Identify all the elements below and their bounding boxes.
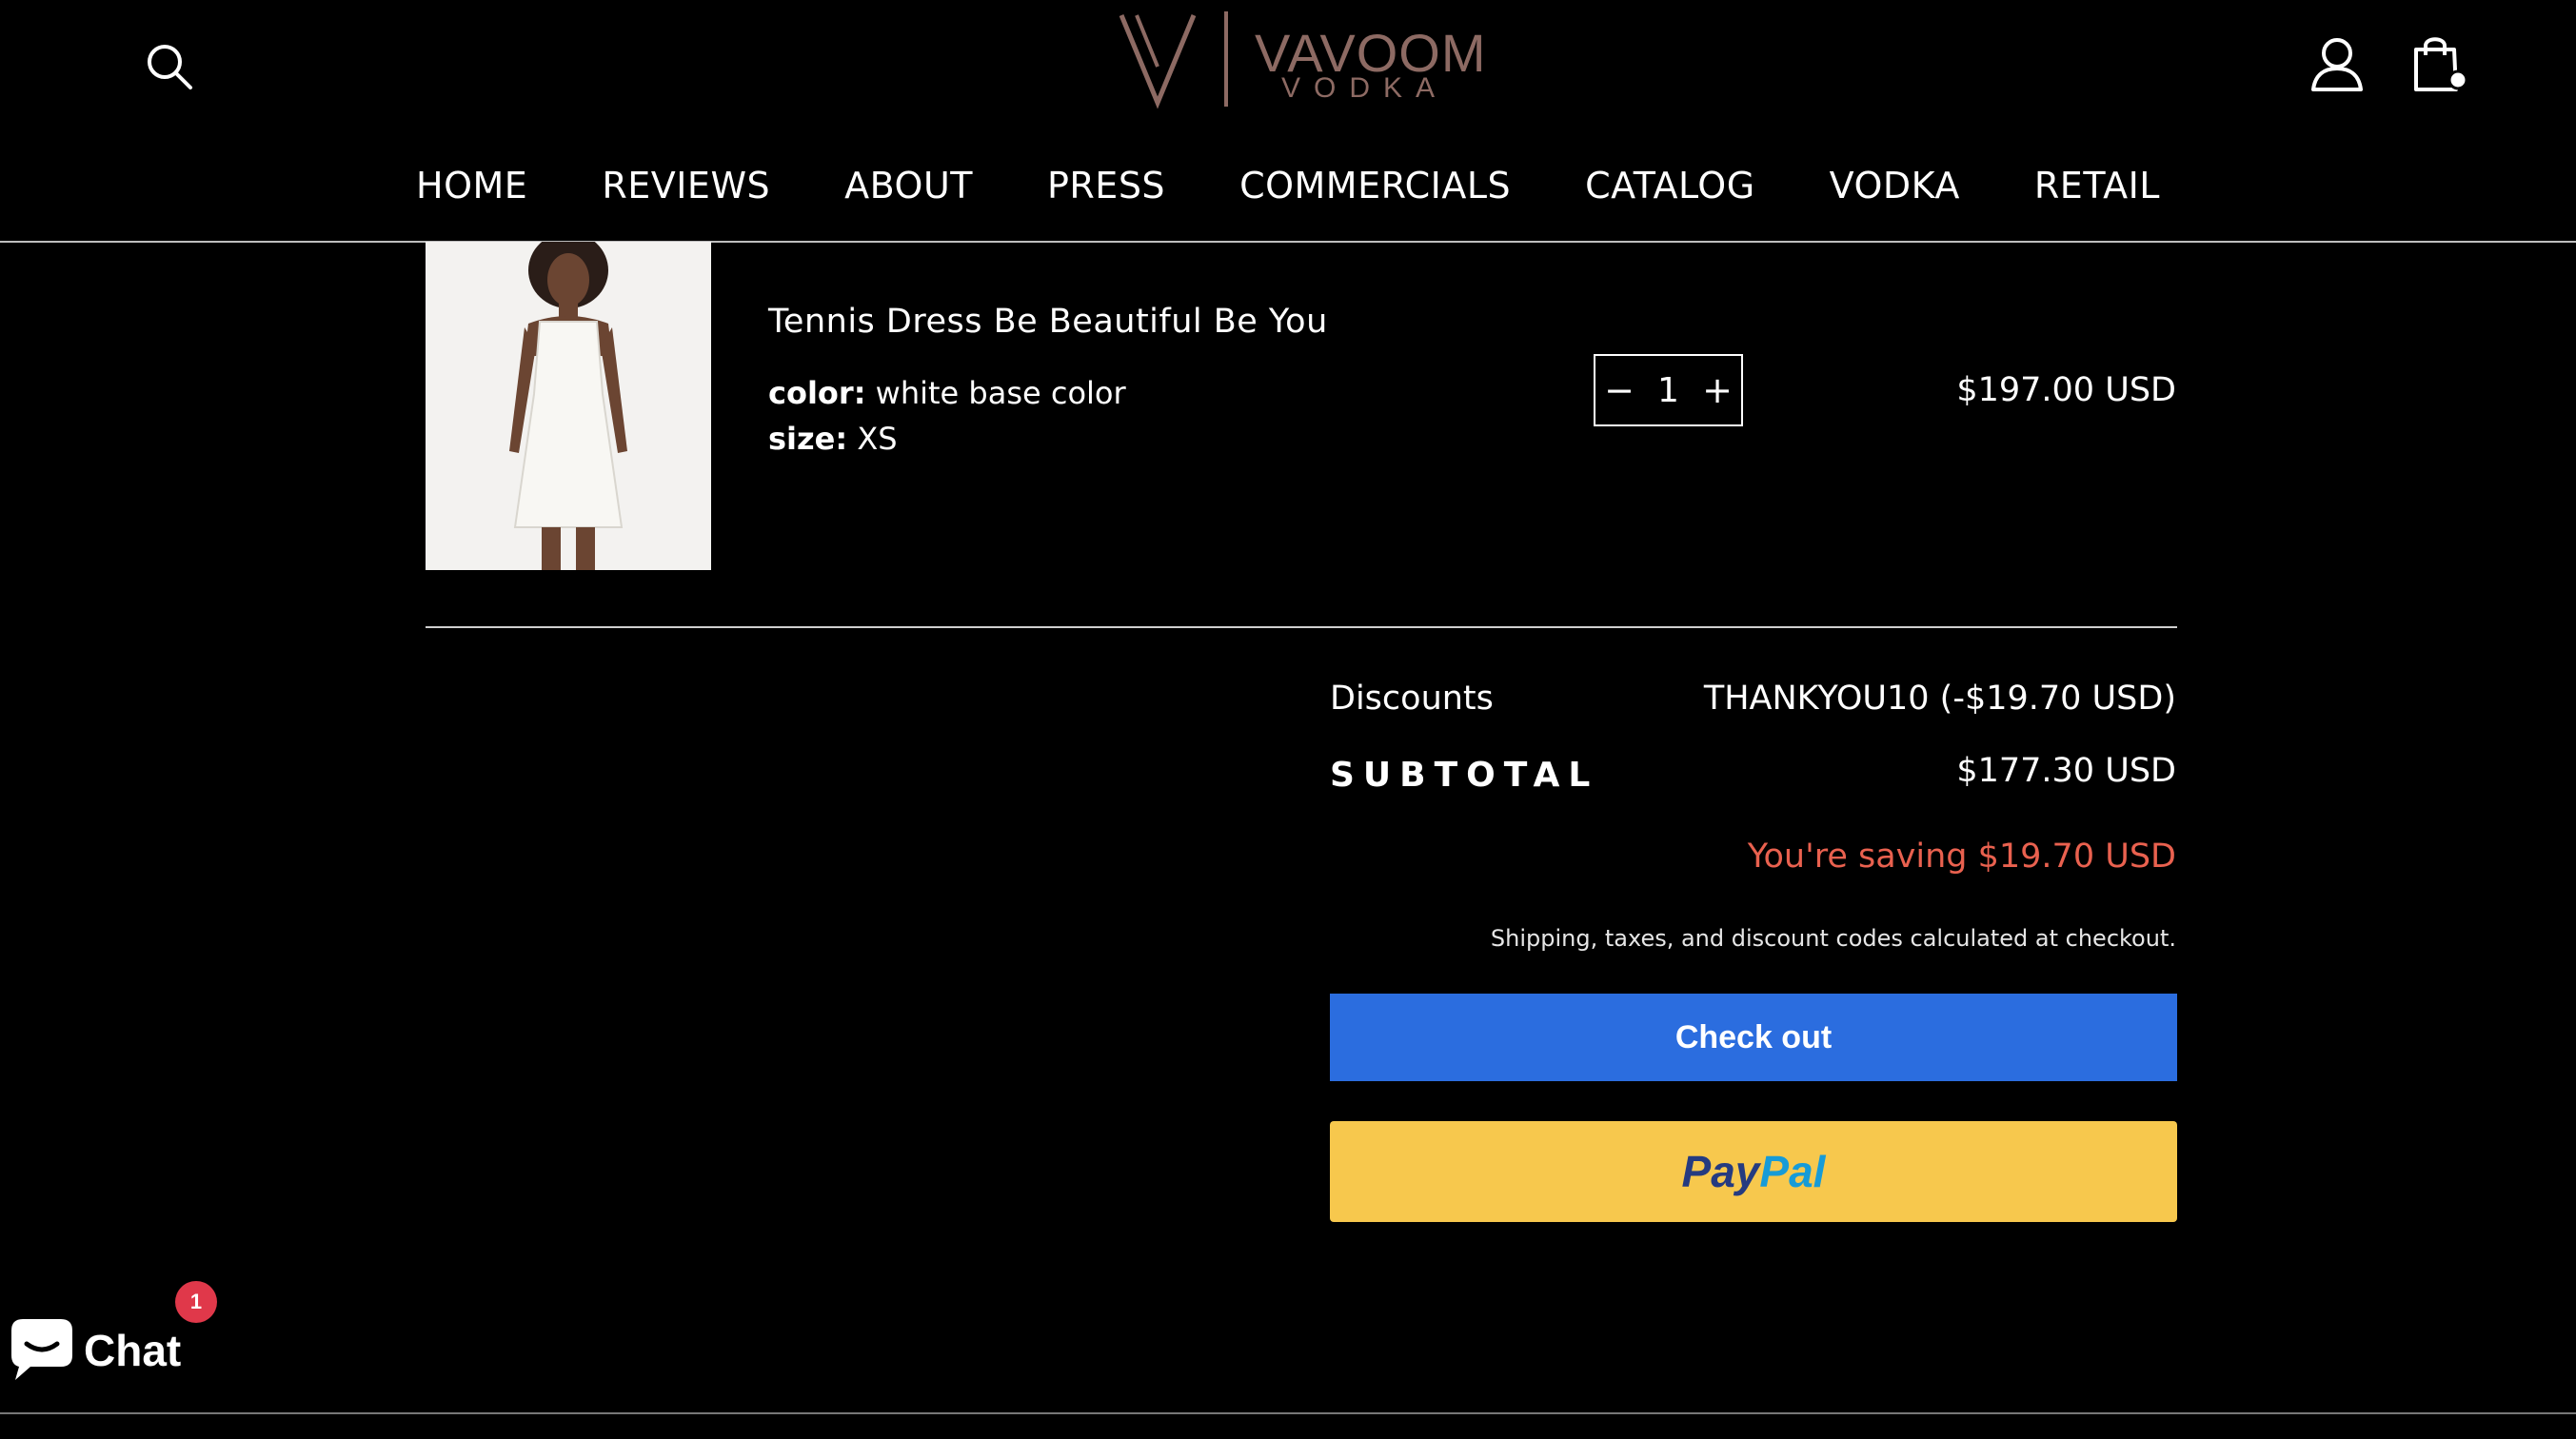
option-color-value: white base color [875,375,1126,411]
product-photo [426,242,711,570]
savings-message: You're saving $19.70 USD [1747,838,2176,876]
chat-bubble-icon [11,1319,72,1380]
account-button[interactable] [2308,34,2367,95]
subtotal-label: SUBTOTAL [1330,756,1599,795]
increment-button[interactable]: + [1694,356,1741,424]
header-divider [0,241,2576,243]
paypal-logo-pal: Pal [1759,1147,1826,1196]
paypal-button[interactable]: Pay Pal [1330,1121,2177,1222]
chat-launcher[interactable]: Chat [0,1311,209,1388]
cart-button[interactable] [2408,32,2471,99]
logo-mark-icon [1119,11,1228,109]
discounts-value: THANKYOU10 (-$19.70 USD) [1703,680,2176,718]
logo-subtitle: VODKA [1281,72,1449,104]
nav-press[interactable]: PRESS [1047,152,1165,219]
nav-home[interactable]: HOME [416,152,527,219]
nav-retail[interactable]: RETAIL [2034,152,2160,219]
search-icon [148,45,192,89]
chat-label: Chat [84,1326,182,1375]
quantity-input[interactable]: 1 [1643,371,1694,410]
paypal-logo-pay: Pay [1681,1147,1760,1196]
main-nav: HOME REVIEWS ABOUT PRESS COMMERCIALS CAT… [0,152,2576,219]
cart-icon [2414,37,2468,91]
nav-catalog[interactable]: CATALOG [1585,152,1755,219]
option-size-value: XS [857,421,898,457]
cart-count-dot [2447,69,2468,90]
checkout-button[interactable]: Check out [1330,994,2177,1081]
nav-about[interactable]: ABOUT [844,152,973,219]
nav-reviews[interactable]: REVIEWS [602,152,770,219]
checkout-note: Shipping, taxes, and discount codes calc… [1490,925,2176,952]
search-button[interactable] [141,38,198,95]
product-title[interactable]: Tennis Dress Be Beautiful Be You [768,303,1328,341]
brand-logo[interactable]: VAVOOM VODKA [1114,8,1486,110]
product-option-color: color: white base color [768,375,1126,411]
nav-commercials[interactable]: COMMERCIALS [1239,152,1511,219]
product-image[interactable] [426,242,711,570]
product-option-size: size: XS [768,421,898,457]
account-icon [2311,38,2363,91]
option-color-label: color: [768,375,866,411]
line-item-price: $197.00 USD [1956,371,2176,409]
nav-vodka[interactable]: VODKA [1830,152,1960,219]
subtotal-value: $177.30 USD [1956,752,2176,790]
chat-notification-badge: 1 [175,1281,217,1323]
footer-divider [0,1412,2576,1414]
decrement-button[interactable]: − [1595,356,1643,424]
cart-divider [426,626,2177,628]
option-size-label: size: [768,421,848,457]
discounts-label: Discounts [1330,680,1494,718]
quantity-stepper: − 1 + [1594,354,1743,426]
